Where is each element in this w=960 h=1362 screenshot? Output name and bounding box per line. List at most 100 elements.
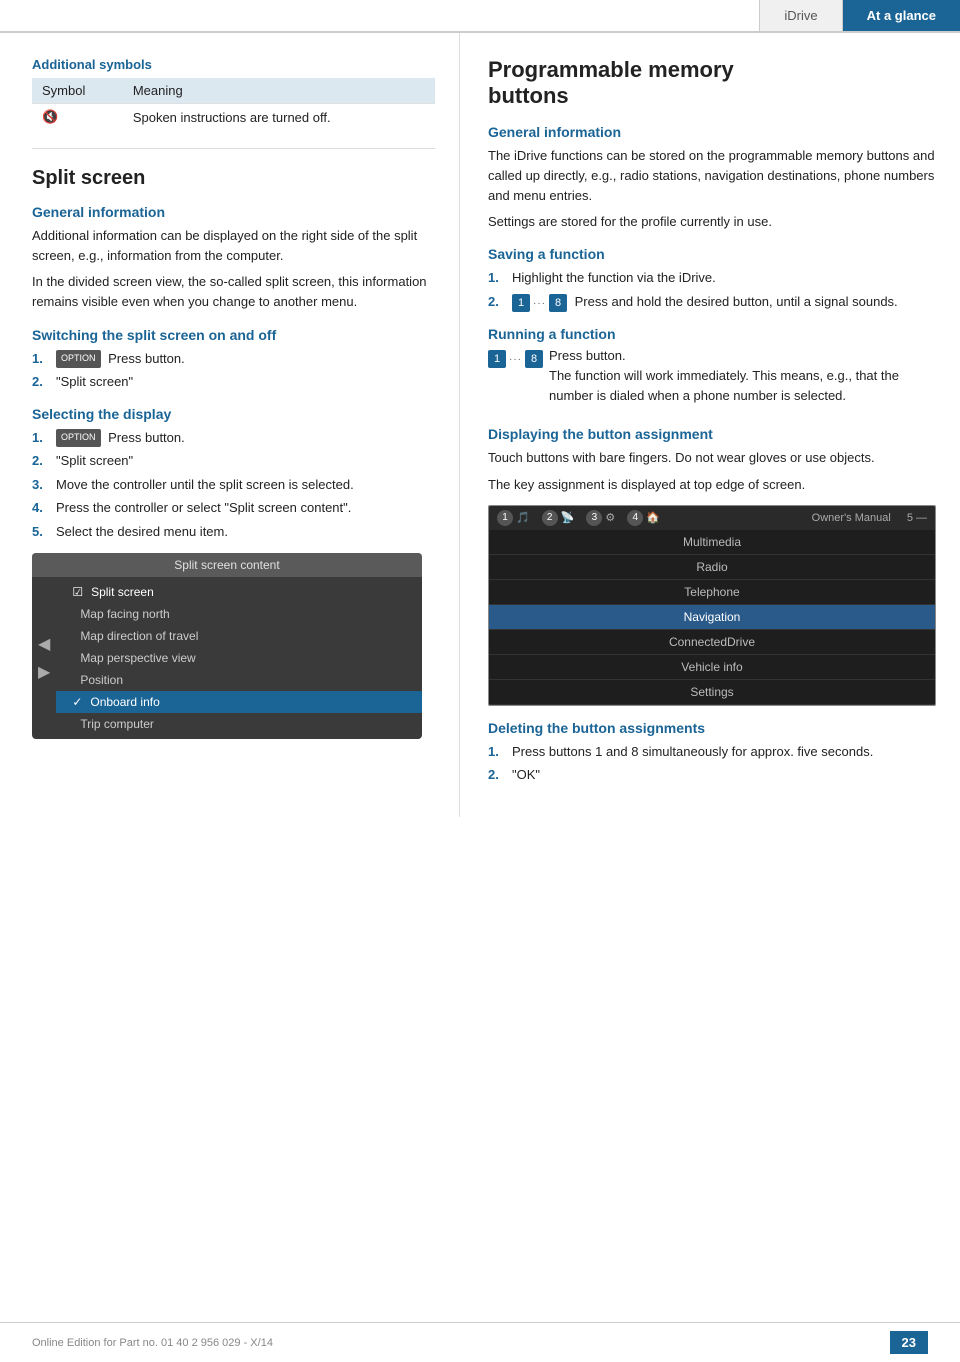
btn-4: 4 🏠: [627, 510, 660, 526]
running-func-icons: 1 ··· 8: [488, 350, 543, 368]
table-row: 🔇 Spoken instructions are turned off.: [32, 104, 435, 131]
right-arrow-icon[interactable]: ▶: [38, 662, 50, 682]
page-footer: Online Edition for Part no. 01 40 2 956 …: [0, 1322, 960, 1362]
screenshot-menu-item: Position: [56, 669, 422, 691]
left-column: Additional symbols Symbol Meaning 🔇 Spok…: [0, 33, 460, 817]
tab-idrive[interactable]: iDrive: [759, 0, 841, 31]
general-info-text1: Additional information can be displayed …: [32, 226, 435, 266]
general-info-heading-left: General information: [32, 204, 435, 220]
screenshot-title: Split screen content: [32, 553, 422, 577]
additional-symbols-title: Additional symbols: [32, 57, 435, 72]
menu-row-connecteddrive: ConnectedDrive: [489, 630, 935, 655]
list-item: 2. "OK": [488, 765, 936, 785]
switching-list: 1. OPTION Press button. 2. "Split screen…: [32, 349, 435, 392]
symbol-cell: 🔇: [32, 104, 123, 131]
symbols-table: Symbol Meaning 🔇 Spoken instructions are…: [32, 78, 435, 130]
menu-row-telephone: Telephone: [489, 580, 935, 605]
menu-row-multimedia: Multimedia: [489, 530, 935, 555]
list-item: 1. Highlight the function via the iDrive…: [488, 268, 936, 288]
btn-2: 2 📡: [542, 510, 575, 526]
saving-list: 1. Highlight the function via the iDrive…: [488, 268, 936, 312]
running-step1: Press button.: [549, 348, 626, 363]
func-icons: 1 ··· 8: [512, 294, 567, 312]
list-item: 2. 1 ··· 8 Press and hold the desired bu…: [488, 292, 936, 312]
divider-1: [32, 148, 435, 149]
selecting-step2: "Split screen": [56, 451, 133, 471]
split-screen-title: Split screen: [32, 167, 435, 190]
gen-info-text1-right: The iDrive functions can be stored on th…: [488, 146, 936, 206]
copyright-text: Online Edition for Part no. 01 40 2 956 …: [32, 1337, 273, 1349]
running-heading: Running a function: [488, 326, 936, 342]
header-left: [0, 8, 759, 24]
screenshot-menu-item: Map direction of travel: [56, 625, 422, 647]
switching-step2: "Split screen": [56, 372, 133, 392]
right-column: Programmable memory buttons General info…: [460, 33, 960, 817]
prog-memory-section: Programmable memory buttons General info…: [488, 57, 936, 785]
option-button-icon: OPTION: [56, 350, 101, 368]
gen-info-text2-right: Settings are stored for the profile curr…: [488, 212, 936, 232]
deleting-list: 1. Press buttons 1 and 8 simultaneously …: [488, 742, 936, 785]
list-item: 2. "Split screen": [32, 372, 435, 392]
left-arrow-icon[interactable]: ◀: [38, 634, 50, 654]
header-tabs: iDrive At a glance: [759, 0, 960, 31]
screenshot-menu-item-onboard: ✓ Onboard info: [56, 691, 422, 713]
prog-memory-title: Programmable memory buttons: [488, 57, 936, 110]
gen-info-heading-right: General information: [488, 124, 936, 140]
general-info-text2: In the divided screen view, the so-calle…: [32, 272, 435, 312]
option-button-icon-2: OPTION: [56, 429, 101, 447]
list-item: 1. OPTION Press button.: [32, 349, 435, 369]
button-display-menu: Multimedia Radio Telephone Navigation Co…: [489, 530, 935, 705]
saving-function-heading: Saving a function: [488, 246, 936, 262]
screenshot-menu-item: Map perspective view: [56, 647, 422, 669]
split-screen-screenshot: Split screen content ◀ ▶ ☑ Split screen: [32, 553, 422, 739]
screenshot-menu: ☑ Split screen Map facing north Map dire…: [56, 577, 422, 739]
list-item: 4. Press the controller or select "Split…: [32, 498, 435, 518]
screenshot-menu-item: Map facing north: [56, 603, 422, 625]
menu-row-navigation: Navigation: [489, 605, 935, 630]
screenshot-body: ◀ ▶ ☑ Split screen Map facing north: [32, 577, 422, 739]
displaying-heading: Displaying the button assignment: [488, 426, 936, 442]
button-display-topbar: 1 🎵 2 📡 3 ⚙ 4 🏠 Owner's Ma: [489, 506, 935, 530]
selecting-step3: Move the controller until the split scre…: [56, 475, 354, 495]
deleting-step2: "OK": [512, 765, 540, 785]
selecting-heading: Selecting the display: [32, 406, 435, 422]
deleting-heading: Deleting the button assignments: [488, 720, 936, 736]
deleting-step1: Press buttons 1 and 8 simultaneously for…: [512, 742, 873, 762]
running-section: 1 ··· 8 Press button. The function will …: [488, 348, 936, 412]
list-item: 5. Select the desired menu item.: [32, 522, 435, 542]
additional-symbols-section: Additional symbols Symbol Meaning 🔇 Spok…: [32, 57, 435, 130]
list-item: 1. OPTION Press button.: [32, 428, 435, 448]
selecting-step1: Press button.: [108, 430, 185, 445]
switching-heading: Switching the split screen on and off: [32, 327, 435, 343]
menu-row-vehicle-info: Vehicle info: [489, 655, 935, 680]
tab-at-a-glance[interactable]: At a glance: [842, 0, 960, 31]
menu-row-settings: Settings: [489, 680, 935, 705]
btn-3: 3 ⚙: [586, 510, 615, 526]
screenshot-menu-item: ☑ Split screen: [56, 581, 422, 603]
displaying-text1: Touch buttons with bare fingers. Do not …: [488, 448, 936, 468]
displaying-text2: The key assignment is displayed at top e…: [488, 475, 936, 495]
page-number: 23: [890, 1331, 928, 1354]
selecting-list: 1. OPTION Press button. 2. "Split screen…: [32, 428, 435, 542]
page-body: Additional symbols Symbol Meaning 🔇 Spok…: [0, 33, 960, 817]
btn-5: 5 —: [907, 512, 927, 524]
checkmark-icon: ☑: [72, 585, 83, 599]
check-active-icon: ✓: [72, 695, 82, 709]
split-screen-section: Split screen General information Additio…: [32, 167, 435, 739]
menu-row-radio: Radio: [489, 555, 935, 580]
selecting-step4: Press the controller or select "Split sc…: [56, 498, 351, 518]
button-assignment-display: 1 🎵 2 📡 3 ⚙ 4 🏠 Owner's Ma: [488, 505, 936, 706]
symbol-col-header: Symbol: [32, 78, 123, 104]
meaning-col-header: Meaning: [123, 78, 435, 104]
btn-1: 1 🎵: [497, 510, 530, 526]
running-text: The function will work immediately. This…: [549, 366, 936, 406]
selecting-step5: Select the desired menu item.: [56, 522, 228, 542]
meaning-cell: Spoken instructions are turned off.: [123, 104, 435, 131]
switching-step1: Press button.: [108, 351, 185, 366]
saving-step2: Press and hold the desired button, until…: [575, 294, 898, 309]
screenshot-menu-item: Trip computer: [56, 713, 422, 735]
list-item: 3. Move the controller until the split s…: [32, 475, 435, 495]
list-item: 1. Press buttons 1 and 8 simultaneously …: [488, 742, 936, 762]
owners-manual-label: Owner's Manual: [812, 512, 891, 524]
page-header: iDrive At a glance: [0, 0, 960, 33]
